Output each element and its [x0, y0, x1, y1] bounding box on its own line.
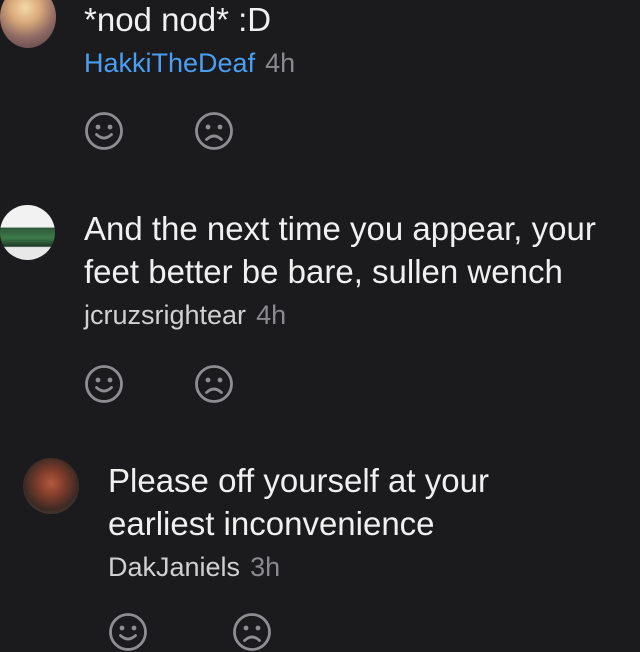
- comment-line: feet better be bare, sullen wench: [84, 253, 563, 290]
- frown-icon: [195, 112, 233, 150]
- comment-line: Please off yourself at your: [108, 462, 489, 499]
- frown-icon: [195, 365, 233, 403]
- avatar[interactable]: [0, 205, 55, 260]
- timestamp: 4h: [265, 48, 296, 78]
- comment-line: *nod nod* :D: [84, 1, 272, 38]
- comment-text: And the next time you appear, your feet …: [84, 207, 596, 293]
- smile-icon: [109, 613, 147, 651]
- username-link[interactable]: jcruzsrightear: [84, 300, 246, 330]
- timestamp: 4h: [256, 300, 287, 330]
- comment-meta: HakkiTheDeaf 4h: [84, 46, 295, 80]
- avatar[interactable]: [23, 458, 79, 514]
- downvote-button[interactable]: [232, 612, 272, 652]
- upvote-button[interactable]: [84, 111, 124, 151]
- smile-icon: [85, 112, 123, 150]
- smile-icon: [85, 365, 123, 403]
- timestamp: 3h: [250, 552, 281, 582]
- comment-meta: DakJaniels 3h: [108, 550, 280, 584]
- comment-text: Please off yourself at your earliest inc…: [108, 459, 489, 545]
- comment-text: *nod nod* :D: [84, 0, 271, 41]
- comment-line: earliest inconvenience: [108, 505, 435, 542]
- downvote-button[interactable]: [194, 364, 234, 404]
- upvote-button[interactable]: [84, 364, 124, 404]
- username-link[interactable]: DakJaniels: [108, 552, 240, 582]
- frown-icon: [233, 613, 271, 651]
- avatar[interactable]: [0, 0, 56, 48]
- comment-line: And the next time you appear, your: [84, 210, 596, 247]
- downvote-button[interactable]: [194, 111, 234, 151]
- upvote-button[interactable]: [108, 612, 148, 652]
- comment-meta: jcruzsrightear 4h: [84, 298, 286, 332]
- username-link[interactable]: HakkiTheDeaf: [84, 48, 255, 78]
